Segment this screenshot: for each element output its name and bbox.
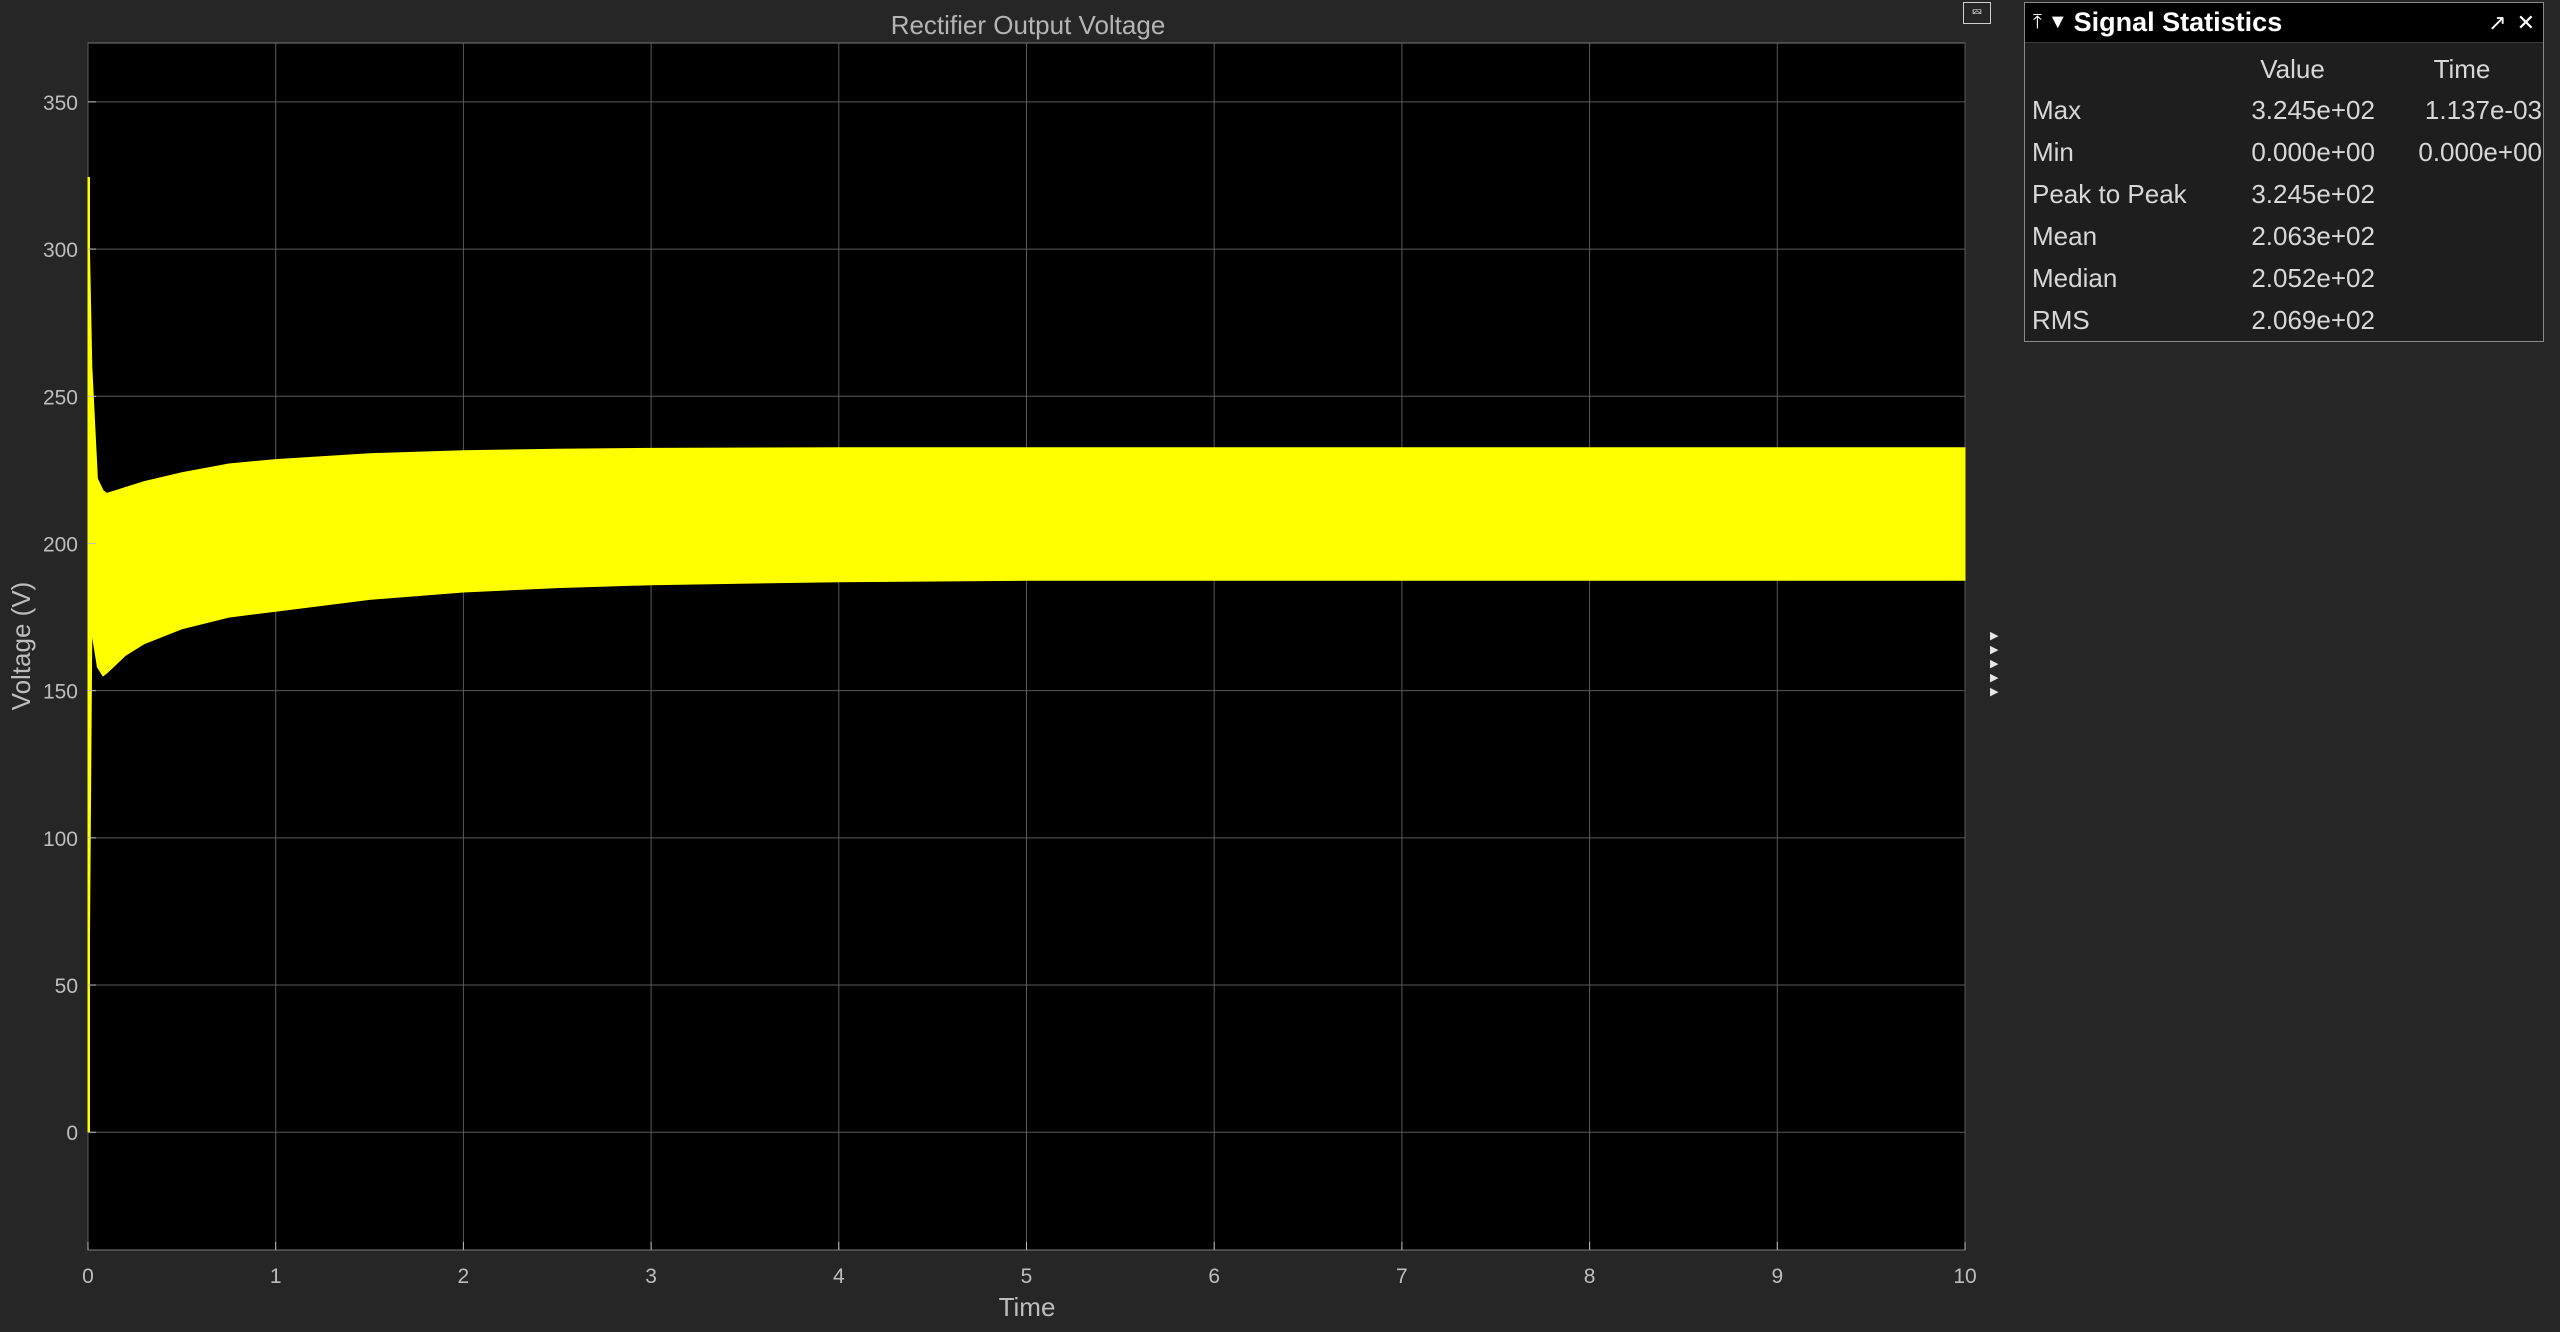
x-tick-label: 1 [270,1265,282,1288]
y-tick-label: 150 [43,681,78,704]
signal-statistics-panel: ⤒ ▼ Signal Statistics ↗ ✕ Value Time Max… [2024,2,2544,342]
arrow-right-icon: ▶ [1990,630,1999,642]
y-tick-label: 300 [43,239,78,262]
stats-row-peak-to-peak: Peak to Peak 3.245e+02 [2031,173,2543,215]
plot-title: Rectifier Output Voltage [891,10,1166,40]
x-tick-label: 0 [82,1265,94,1288]
x-tick-label: 4 [833,1265,845,1288]
undock-panel-icon[interactable]: ↗ [2488,10,2506,36]
stat-time: 0.000e+00 [2418,136,2542,167]
stats-header-row: Value Time [2031,49,2543,89]
stat-label: RMS [2032,304,2090,335]
stats-row-rms: RMS 2.069e+02 [2031,299,2543,341]
x-tick-label: 10 [1953,1265,1976,1288]
x-tick-label: 6 [1208,1265,1220,1288]
arrow-right-icon: ▶ [1990,644,1999,656]
pin-icon[interactable]: ⤒ [2033,11,2042,34]
arrow-right-icon: ▶ [1990,672,1999,684]
stat-label: Median [2032,262,2118,293]
stat-label: Min [2032,136,2074,167]
arrow-right-icon: ▶ [1990,658,1999,670]
x-axis-label: Time [999,1292,1056,1322]
stat-time [2381,257,2543,299]
x-tick-label: 9 [1771,1265,1783,1288]
x-tick-label: 7 [1396,1265,1408,1288]
stat-time [2381,173,2543,215]
y-tick-label: 0 [66,1122,78,1145]
undock-button[interactable]: ⮹ [1963,2,1991,24]
stat-value: 3.245e+02 [2251,94,2375,125]
x-tick-label: 5 [1021,1265,1033,1288]
x-tick-label: 8 [1584,1265,1596,1288]
close-icon[interactable]: ✕ [2517,10,2535,36]
y-tick-label: 250 [43,386,78,409]
stat-label: Max [2032,94,2082,125]
stat-value: 3.245e+02 [2251,178,2375,209]
stat-value: 2.069e+02 [2251,304,2375,335]
stats-row-max: Max 3.245e+02 1.137e-03 [2031,89,2543,131]
stats-row-min: Min 0.000e+00 0.000e+00 [2031,131,2543,173]
stats-panel-header: ⤒ ▼ Signal Statistics ↗ ✕ [2025,3,2543,43]
column-header-time: Time [2433,53,2491,84]
stat-label: Mean [2032,220,2098,251]
stat-time [2381,299,2543,341]
stat-value: 0.000e+00 [2251,136,2375,167]
panel-menu-icon[interactable]: ▼ [2048,11,2068,34]
stat-time: 1.137e-03 [2424,94,2542,125]
stats-table: Value Time Max 3.245e+02 1.137e-03 Min 0… [2031,49,2543,341]
x-tick-label: 3 [645,1265,657,1288]
y-tick-label: 50 [55,975,78,998]
column-header-value: Value [2260,53,2325,84]
stats-row-median: Median 2.052e+02 [2031,257,2543,299]
undock-icon: ⮹ [1971,4,1983,20]
stats-panel-title: Signal Statistics [2073,7,2283,37]
y-axis-label: Voltage (V) [6,582,36,711]
x-tick-label: 2 [458,1265,470,1288]
stat-label: Peak to Peak [2032,178,2187,209]
y-tick-label: 350 [43,92,78,115]
stats-row-mean: Mean 2.063e+02 [2031,215,2543,257]
y-tick-label: 200 [43,533,78,556]
legend-collapse-arrows[interactable]: ▶ ▶ ▶ ▶ ▶ [1990,630,2004,698]
stat-value: 2.063e+02 [2251,220,2375,251]
stat-value: 2.052e+02 [2251,262,2375,293]
stat-time [2381,215,2543,257]
y-tick-label: 100 [43,828,78,851]
arrow-right-icon: ▶ [1990,686,1999,698]
